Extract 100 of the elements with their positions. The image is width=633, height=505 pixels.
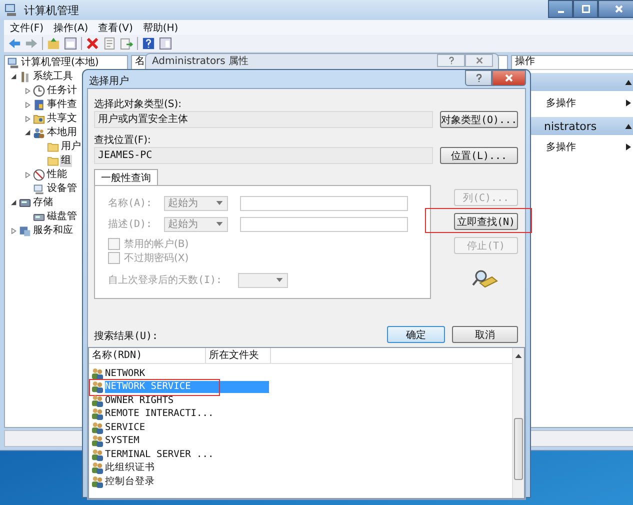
submenu-arrow-icon (626, 143, 631, 151)
ok-button[interactable]: 确定 (387, 326, 445, 343)
tree-item[interactable]: 设备管 (46, 183, 78, 195)
close-icon (615, 5, 623, 13)
menu-item[interactable]: 操作(A) (54, 20, 88, 34)
field-label: 描述(D): (108, 218, 154, 231)
tree-item[interactable]: 服务和应 (32, 225, 74, 237)
properties-icon[interactable] (103, 37, 116, 50)
tree-item[interactable]: 存储 (32, 197, 54, 209)
result-item[interactable]: SERVICE (105, 422, 269, 434)
close-button[interactable] (465, 54, 493, 67)
shared-folder-icon (33, 113, 45, 125)
collapsed-arrow-icon[interactable] (11, 228, 17, 234)
field-label: 选择此对象类型(S): (94, 98, 183, 110)
log-icon (33, 99, 45, 111)
gauge-icon (33, 169, 45, 181)
tools-icon (19, 71, 31, 83)
tree-item[interactable]: 本地用 (46, 127, 78, 139)
export-icon[interactable] (120, 37, 133, 50)
maximize-button[interactable] (573, 0, 598, 18)
close-button[interactable] (492, 70, 526, 86)
field-label: 自上次登录后的天数(I): (108, 274, 224, 287)
forward-arrow-icon[interactable] (25, 37, 38, 50)
folder-icon (47, 155, 59, 167)
console-tree-icon[interactable] (64, 37, 77, 50)
services-icon (19, 225, 31, 237)
collapse-caret-icon (625, 124, 632, 128)
help-icon (446, 56, 456, 65)
result-item[interactable]: NETWORK (105, 368, 269, 380)
object-types-button[interactable]: 对象类型(O)... (440, 111, 518, 128)
menu-item[interactable]: 查看(V) (98, 20, 133, 34)
tree-item[interactable]: 任务计 (46, 85, 78, 97)
column-header[interactable]: 所在文件夹 (206, 348, 271, 363)
close-icon (474, 56, 484, 65)
users-icon (91, 394, 104, 407)
collapsed-arrow-icon[interactable] (25, 116, 31, 122)
column-header[interactable]: 名称(RDN) (89, 348, 206, 363)
window-title: Administrators 属性 (152, 56, 249, 67)
object-type-field: 用户或内置安全主体 (94, 111, 433, 128)
dropdown-caret-icon (216, 222, 223, 226)
result-item[interactable]: SYSTEM (105, 435, 269, 448)
tree-item[interactable]: 事件查 (46, 99, 78, 111)
scroll-thumb[interactable] (514, 418, 523, 480)
minimize-button[interactable] (548, 0, 573, 18)
up-folder-icon[interactable] (47, 37, 60, 50)
result-item[interactable]: OWNER RIGHTS (105, 394, 269, 407)
expanded-arrow-icon[interactable] (11, 200, 17, 206)
help-icon[interactable] (142, 37, 155, 50)
tree-item[interactable]: 性能 (46, 169, 68, 181)
computer-icon (4, 3, 18, 17)
users-icon (91, 435, 104, 448)
result-item[interactable]: 控制台登录 (105, 476, 269, 488)
back-arrow-icon[interactable] (8, 37, 21, 50)
scroll-up-arrow-icon[interactable] (515, 354, 522, 358)
help-button[interactable] (437, 54, 465, 67)
dialog-button[interactable]: 立即查找(N) (454, 213, 518, 230)
help-icon (474, 73, 484, 83)
result-item[interactable]: REMOTE INTERACTI... (105, 408, 269, 420)
results-label: 搜索结果(U): (94, 330, 158, 343)
delete-icon[interactable] (86, 37, 99, 50)
menu-item[interactable]: 帮助(H) (142, 20, 178, 34)
checkbox-label: 禁用的帐户(B) (124, 238, 189, 251)
tab[interactable]: 一般性查询 (94, 169, 158, 185)
tree-item[interactable]: 磁盘管 (46, 211, 78, 223)
collapsed-arrow-icon[interactable] (25, 102, 31, 108)
magnifier-icon (472, 269, 498, 289)
tree-item[interactable]: 系统工具 (32, 71, 74, 83)
tree-item[interactable]: 组 (60, 155, 72, 167)
action-link[interactable]: 多操作 (546, 96, 576, 110)
action-pane-icon[interactable] (159, 37, 172, 50)
field-label: 名称(A): (108, 197, 154, 210)
result-item[interactable]: TERMINAL SERVER ... (105, 448, 269, 461)
field-label: 查找位置(F): (94, 134, 152, 146)
expanded-arrow-icon[interactable] (25, 130, 31, 136)
maximize-icon (582, 5, 590, 13)
submenu-arrow-icon (626, 99, 631, 107)
scrollbar[interactable] (512, 348, 524, 498)
close-button[interactable] (598, 0, 633, 18)
collapsed-arrow-icon[interactable] (25, 88, 31, 94)
tree-item[interactable]: 共享文 (46, 113, 78, 125)
locations-button[interactable]: 位置(L)... (440, 147, 518, 164)
dialog-title: 选择用户 (89, 74, 129, 88)
window-title: 计算机管理 (24, 2, 79, 18)
minimize-icon (558, 11, 564, 13)
users-icon (91, 368, 104, 380)
collapsed-arrow-icon[interactable] (25, 172, 31, 178)
tree-item[interactable]: 用户 (60, 141, 82, 153)
folder-icon (47, 141, 59, 153)
location-field: JEAMES-PC (94, 147, 433, 164)
collapse-caret-icon (625, 80, 632, 84)
help-button[interactable] (465, 70, 492, 86)
close-icon (504, 73, 514, 83)
menu-item[interactable]: 文件(F) (10, 20, 44, 34)
result-item[interactable]: 此组织证书 (105, 462, 269, 474)
computer-icon (7, 57, 19, 69)
tree-item[interactable]: 计算机管理(本地) (20, 57, 100, 69)
device-icon (33, 183, 45, 195)
expanded-arrow-icon[interactable] (11, 74, 17, 80)
cancel-button[interactable]: 取消 (452, 326, 518, 343)
action-link[interactable]: 多操作 (546, 140, 576, 154)
